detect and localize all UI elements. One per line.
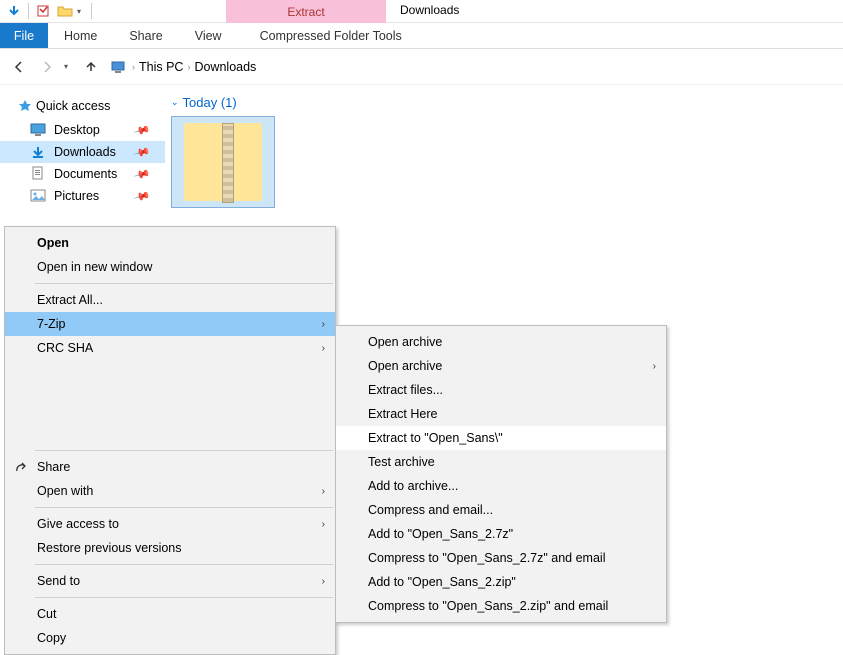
properties-icon[interactable]: [33, 1, 53, 21]
chevron-right-icon: ›: [302, 519, 325, 530]
star-icon: [18, 99, 32, 113]
sidebar-quick-access[interactable]: Quick access: [0, 95, 165, 119]
pin-icon: 📌: [133, 187, 151, 205]
file-item-zip[interactable]: [171, 116, 275, 208]
zip-folder-icon: [184, 123, 262, 201]
desktop-icon: [30, 122, 46, 138]
breadcrumb-root[interactable]: This PC: [139, 60, 183, 74]
ctx-share[interactable]: Share: [5, 455, 335, 479]
sidebar-item-label: Downloads: [54, 145, 116, 159]
downloads-icon: [30, 144, 46, 160]
qat-dropdown-icon[interactable]: ▾: [77, 7, 87, 16]
contextual-tab-extract[interactable]: Extract: [226, 0, 386, 23]
ctx-7z-extract-to[interactable]: Extract to "Open_Sans\": [336, 426, 666, 450]
chevron-right-icon[interactable]: ›: [132, 62, 135, 72]
ctx-crc-sha[interactable]: CRC SHA ›: [5, 336, 335, 360]
group-header-label: Today (1): [183, 95, 237, 110]
ctx-crc-label: CRC SHA: [37, 341, 93, 355]
ctx-7z-compress-zip-email[interactable]: Compress to "Open_Sans_2.zip" and email: [336, 594, 666, 618]
ctx-give-access-label: Give access to: [37, 517, 119, 531]
ctx-copy[interactable]: Copy: [5, 626, 335, 650]
ctx-7z-extract-here[interactable]: Extract Here: [336, 402, 666, 426]
ctx-open-with[interactable]: Open with ›: [5, 479, 335, 503]
chevron-right-icon: ›: [302, 343, 325, 354]
pc-icon[interactable]: [108, 57, 128, 77]
pin-icon: 📌: [133, 121, 151, 139]
ctx-cut[interactable]: Cut: [5, 602, 335, 626]
context-menu-main: Open Open in new window Extract All... 7…: [4, 226, 336, 655]
sidebar-item-documents[interactable]: Documents 📌: [0, 163, 165, 185]
ctx-send-to-label: Send to: [37, 574, 80, 588]
sidebar-item-downloads[interactable]: Downloads 📌: [0, 141, 165, 163]
separator: [35, 564, 333, 565]
forward-button[interactable]: [36, 56, 58, 78]
ctx-7z-open-archive-label: Open archive: [368, 359, 442, 373]
separator: [91, 3, 92, 19]
ctx-7z-add-zip[interactable]: Add to "Open_Sans_2.zip": [336, 570, 666, 594]
ctx-7z-compress-7z-email[interactable]: Compress to "Open_Sans_2.7z" and email: [336, 546, 666, 570]
breadcrumb-folder[interactable]: Downloads: [194, 60, 256, 74]
quick-access-toolbar: ▾: [0, 1, 98, 21]
separator: [35, 597, 333, 598]
separator: [35, 283, 333, 284]
sidebar-item-desktop[interactable]: Desktop 📌: [0, 119, 165, 141]
ctx-7z-open-archive-sub[interactable]: Open archive ›: [336, 354, 666, 378]
navigation-bar: ▾ › This PC › Downloads: [0, 49, 843, 85]
ctx-7z-open-archive[interactable]: Open archive: [336, 330, 666, 354]
context-menu-7zip: Open archive Open archive › Extract file…: [335, 325, 667, 623]
chevron-down-icon: ⌄: [171, 97, 179, 108]
chevron-right-icon: ›: [302, 576, 325, 587]
ctx-7z-test[interactable]: Test archive: [336, 450, 666, 474]
ctx-7z-extract-files[interactable]: Extract files...: [336, 378, 666, 402]
pin-icon: 📌: [133, 143, 151, 161]
chevron-right-icon: ›: [302, 319, 325, 330]
ctx-open[interactable]: Open: [5, 231, 335, 255]
separator: [35, 450, 333, 451]
sidebar-item-label: Documents: [54, 167, 117, 181]
ctx-7zip[interactable]: 7-Zip ›: [5, 312, 335, 336]
chevron-right-icon[interactable]: ›: [187, 62, 190, 72]
tab-compressed-tools[interactable]: Compressed Folder Tools: [244, 23, 418, 48]
up-button[interactable]: [80, 56, 102, 78]
ctx-7z-compress-email[interactable]: Compress and email...: [336, 498, 666, 522]
sidebar-header-label: Quick access: [36, 99, 110, 113]
history-dropdown-icon[interactable]: ▾: [64, 62, 74, 71]
ctx-give-access[interactable]: Give access to ›: [5, 512, 335, 536]
tab-home[interactable]: Home: [48, 23, 113, 48]
ctx-open-with-label: Open with: [37, 484, 93, 498]
ctx-share-label: Share: [37, 460, 70, 474]
window-title: Downloads: [400, 3, 459, 17]
ctx-restore-versions[interactable]: Restore previous versions: [5, 536, 335, 560]
sidebar-item-label: Desktop: [54, 123, 100, 137]
chevron-right-icon: ›: [302, 486, 325, 497]
ctx-7zip-label: 7-Zip: [37, 317, 65, 331]
sidebar-item-pictures[interactable]: Pictures 📌: [0, 185, 165, 207]
file-tab[interactable]: File: [0, 23, 48, 48]
ctx-extract-all[interactable]: Extract All...: [5, 288, 335, 312]
tab-share[interactable]: Share: [113, 23, 178, 48]
documents-icon: [30, 166, 46, 182]
separator: [28, 3, 29, 19]
ribbon-tabs: File Home Share View Compressed Folder T…: [0, 23, 843, 49]
chevron-right-icon: ›: [633, 361, 656, 372]
back-button[interactable]: [8, 56, 30, 78]
pin-icon: 📌: [133, 165, 151, 183]
breadcrumb[interactable]: › This PC › Downloads: [108, 57, 256, 77]
share-icon: [13, 459, 29, 475]
folder-icon[interactable]: [55, 1, 75, 21]
ctx-7z-add-archive[interactable]: Add to archive...: [336, 474, 666, 498]
down-arrow-icon[interactable]: [4, 1, 24, 21]
sidebar-item-label: Pictures: [54, 189, 99, 203]
separator: [35, 507, 333, 508]
ctx-7z-add-7z[interactable]: Add to "Open_Sans_2.7z": [336, 522, 666, 546]
ctx-send-to[interactable]: Send to ›: [5, 569, 335, 593]
ctx-open-new-window[interactable]: Open in new window: [5, 255, 335, 279]
group-header-today[interactable]: ⌄ Today (1): [171, 95, 843, 116]
pictures-icon: [30, 188, 46, 204]
tab-view[interactable]: View: [179, 23, 238, 48]
